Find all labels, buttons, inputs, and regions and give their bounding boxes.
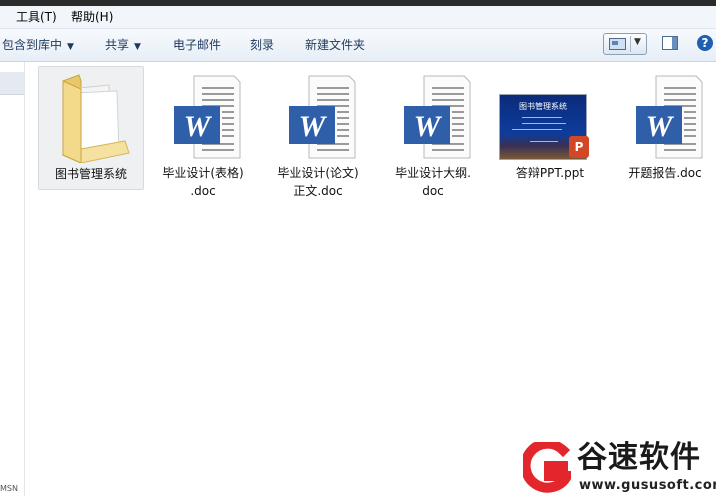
svg-text:W: W (184, 110, 213, 143)
watermark-name: 谷速软件 (577, 440, 701, 475)
word-document-icon: W (174, 75, 241, 159)
file-name: 毕业设计(表格) .doc (162, 166, 244, 198)
help-icon[interactable]: ? (697, 35, 713, 51)
menu-bar: 工具(T) 帮助(H) (0, 6, 716, 29)
file-name: 毕业设计大纲. doc (395, 166, 471, 198)
file-item-doc[interactable]: W 毕业设计(论文) 正文.doc (265, 66, 371, 198)
slide-text-line (512, 129, 562, 130)
word-document-icon: W (636, 75, 703, 159)
watermark-url: www.gususoft.com (579, 478, 716, 493)
svg-text:W: W (646, 110, 675, 143)
nav-selected-item[interactable] (0, 72, 24, 95)
burn-button[interactable]: 刻录 (250, 37, 274, 53)
file-name: 开题报告.doc (628, 166, 702, 180)
file-item-doc[interactable]: W 毕业设计大纲. doc (380, 66, 486, 198)
nav-item-label: MSN (0, 484, 18, 493)
file-name: 图书管理系统 (54, 167, 127, 181)
slide-text-line (522, 117, 562, 118)
slide-text-line (530, 141, 558, 142)
menu-tools[interactable]: 工具(T) (16, 9, 57, 25)
include-in-library-button[interactable]: 包含到库中 ▼ (2, 37, 74, 53)
slide-title: 图书管理系统 (519, 102, 567, 111)
watermark: 谷速软件 www.gususoft.com (523, 440, 716, 496)
preview-pane-icon[interactable] (662, 36, 678, 50)
share-label: 共享 (105, 38, 130, 52)
new-folder-button[interactable]: 新建文件夹 (305, 37, 365, 53)
folder-icon (61, 74, 130, 163)
change-view-button[interactable]: ▼ (603, 33, 647, 55)
brand-logo-icon (523, 442, 571, 493)
svg-text:W: W (414, 110, 443, 143)
word-document-icon: W (404, 75, 471, 159)
menu-help[interactable]: 帮助(H) (71, 9, 113, 25)
share-button[interactable]: 共享 ▼ (105, 37, 141, 53)
word-document-icon: W (289, 75, 356, 159)
file-name: 答辩PPT.ppt (515, 166, 585, 180)
file-item-folder[interactable]: 图书管理系统 (38, 66, 144, 190)
view-icon (609, 38, 626, 50)
divider (630, 36, 631, 52)
file-item-ppt[interactable]: 图书管理系统 P 答辩PPT.ppt (497, 66, 603, 190)
chevron-down-icon: ▼ (67, 42, 74, 52)
svg-text:W: W (299, 110, 328, 143)
navigation-pane (0, 62, 25, 496)
file-item-doc[interactable]: W 开题报告.doc (612, 66, 716, 190)
slide-text-line (522, 123, 566, 124)
email-button[interactable]: 电子邮件 (173, 37, 221, 53)
file-item-doc[interactable]: W 毕业设计(表格) .doc (150, 66, 256, 198)
command-bar: 包含到库中 ▼ 共享 ▼ 电子邮件 刻录 新建文件夹 ▼ ? (0, 29, 716, 62)
file-name: 毕业设计(论文) 正文.doc (277, 166, 359, 198)
powerpoint-icon: P (569, 136, 589, 158)
include-in-library-label: 包含到库中 (2, 38, 63, 52)
chevron-down-icon: ▼ (134, 42, 141, 52)
chevron-down-icon[interactable]: ▼ (634, 37, 641, 47)
